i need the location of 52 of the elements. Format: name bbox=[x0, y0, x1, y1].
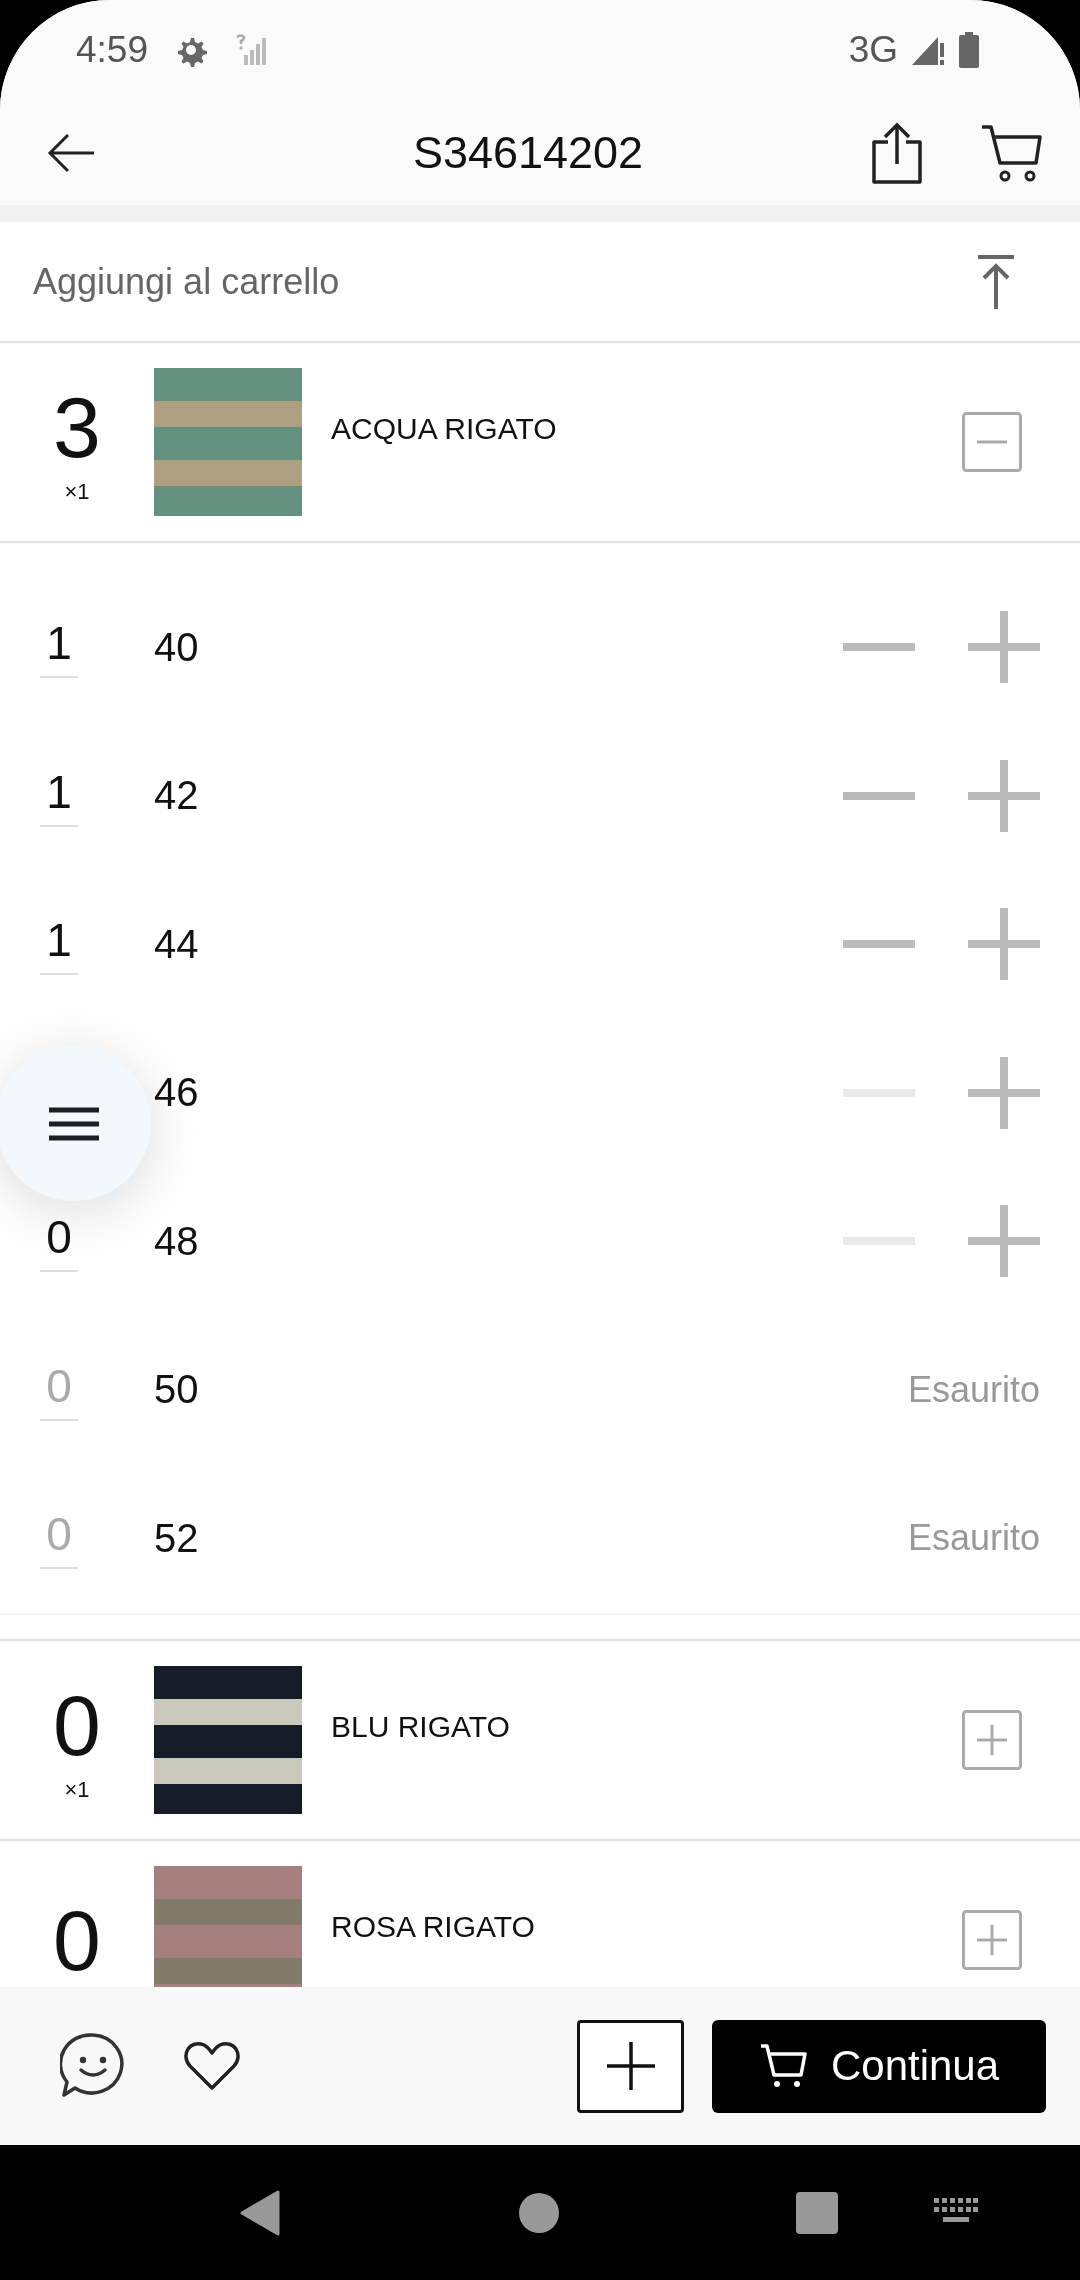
back-arrow-icon[interactable] bbox=[46, 132, 96, 173]
share-icon[interactable] bbox=[870, 121, 924, 184]
page-title: S34614202 bbox=[411, 126, 645, 179]
multiplier-label: ×1 bbox=[64, 479, 90, 505]
size-label: 40 bbox=[154, 624, 200, 670]
quantity-count: 0 bbox=[53, 1676, 101, 1773]
size-label: 50 bbox=[154, 1367, 200, 1413]
clock-time: 4:59 bbox=[76, 29, 148, 71]
quantity-field[interactable]: 1 bbox=[40, 616, 78, 679]
scroll-top-icon[interactable] bbox=[976, 253, 1016, 310]
battery-icon bbox=[958, 32, 980, 68]
menu-icon bbox=[48, 1105, 99, 1142]
plus-icon bbox=[606, 2042, 655, 2090]
recents-icon[interactable] bbox=[796, 2191, 838, 2234]
home-icon[interactable] bbox=[518, 2191, 560, 2234]
product-name: ROSA RIGATO bbox=[330, 1909, 536, 1944]
quantity-field[interactable]: 1 bbox=[40, 913, 78, 976]
plus-button[interactable] bbox=[968, 1056, 1040, 1129]
cart-icon bbox=[758, 2042, 807, 2090]
plus-button[interactable] bbox=[968, 611, 1040, 684]
stock-status: Esaurito bbox=[907, 1517, 1040, 1560]
plus-button[interactable] bbox=[968, 1205, 1040, 1278]
section-title: Aggiungi al carrello bbox=[33, 260, 340, 303]
size-label: 46 bbox=[154, 1070, 200, 1116]
network-label: 3G bbox=[848, 29, 898, 71]
quantity-count: 0 bbox=[53, 1891, 101, 1987]
stock-status: Esaurito bbox=[907, 1368, 1040, 1411]
heart-icon[interactable] bbox=[184, 2041, 240, 2091]
cart-icon[interactable] bbox=[980, 123, 1042, 182]
plus-button[interactable] bbox=[968, 759, 1040, 832]
add-button[interactable] bbox=[577, 2019, 684, 2113]
minus-button[interactable] bbox=[843, 643, 915, 652]
expand-button[interactable] bbox=[962, 1909, 1022, 1970]
plus-button[interactable] bbox=[968, 908, 1040, 981]
size-label: 42 bbox=[154, 773, 200, 819]
size-label: 44 bbox=[154, 921, 200, 967]
quantity-field[interactable]: 0 bbox=[40, 1210, 78, 1273]
back-icon[interactable] bbox=[240, 2189, 280, 2236]
minus-button[interactable] bbox=[843, 791, 915, 800]
product-name: ACQUA RIGATO bbox=[330, 412, 558, 446]
collapse-button[interactable] bbox=[962, 412, 1022, 472]
multiplier-label: ×1 bbox=[64, 1776, 90, 1803]
size-label: 52 bbox=[154, 1515, 200, 1561]
quantity-field[interactable]: 1 bbox=[40, 764, 78, 827]
size-label: 48 bbox=[154, 1218, 200, 1264]
continue-button[interactable]: Continua bbox=[712, 2019, 1046, 2113]
product-name: BLU RIGATO bbox=[330, 1709, 511, 1744]
expand-button[interactable] bbox=[962, 1709, 1022, 1770]
quantity-count: 3 bbox=[53, 379, 101, 475]
signal-icon bbox=[234, 33, 268, 67]
chat-smile-icon[interactable] bbox=[60, 2032, 126, 2100]
minus-button[interactable] bbox=[843, 940, 915, 949]
